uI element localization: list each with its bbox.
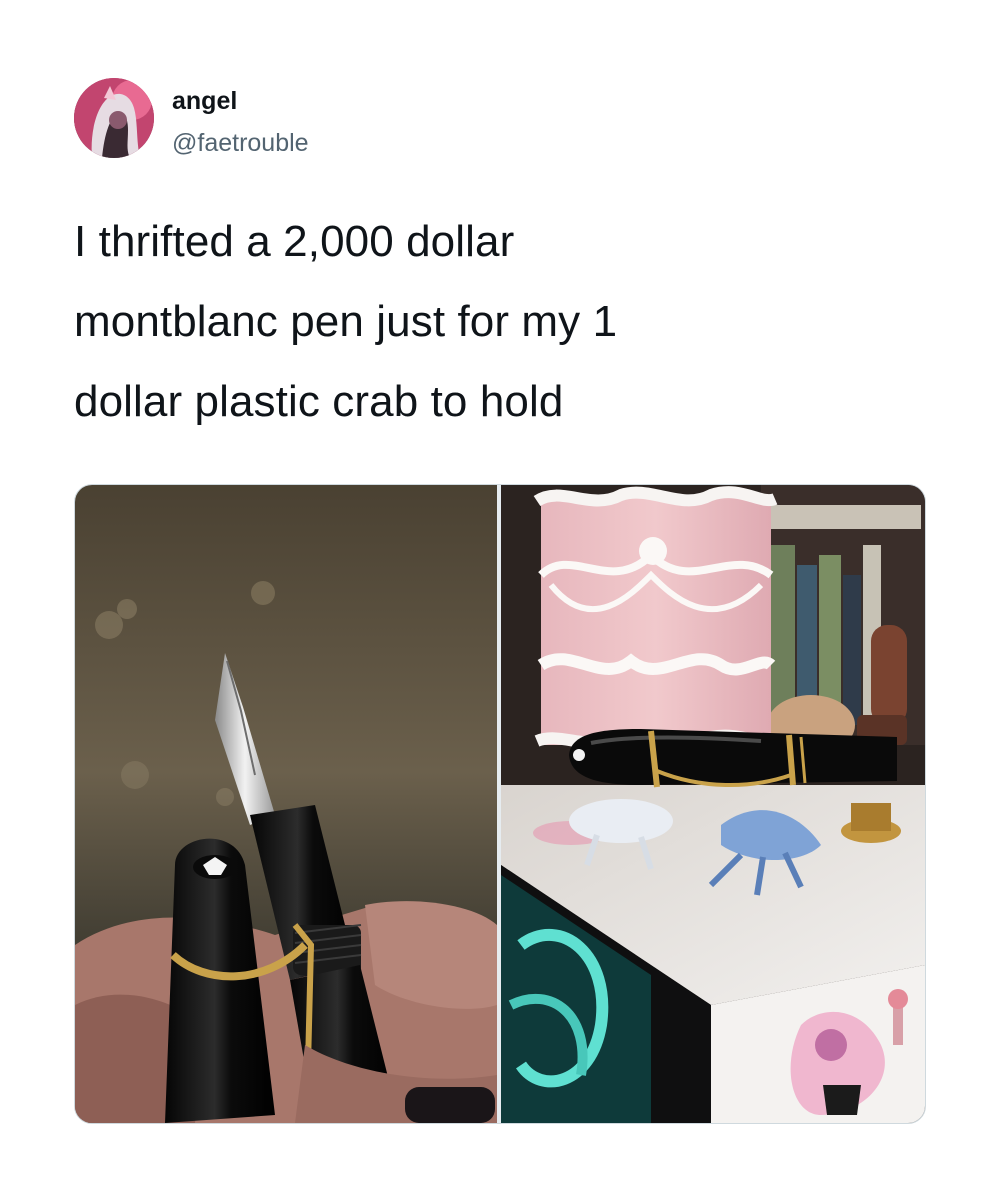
- tweet-text: I thrifted a 2,000 dollar montblanc pen …: [74, 217, 618, 426]
- tweet-card: angel @faetrouble I thrifted a 2,000 dol…: [0, 0, 996, 1194]
- author-name[interactable]: angel: [172, 86, 237, 116]
- media-grid: [74, 484, 926, 1124]
- author-handle[interactable]: @faetrouble: [172, 128, 309, 158]
- fountain-pen-photo-icon: [75, 485, 497, 1123]
- avatar[interactable]: [74, 78, 154, 158]
- crab-holding-pen-photo-icon: [501, 485, 925, 1123]
- avatar-image-icon: [74, 78, 154, 158]
- media-photo-crab-holding-pen[interactable]: [501, 485, 925, 1123]
- media-photo-fountain-pen[interactable]: [75, 485, 497, 1123]
